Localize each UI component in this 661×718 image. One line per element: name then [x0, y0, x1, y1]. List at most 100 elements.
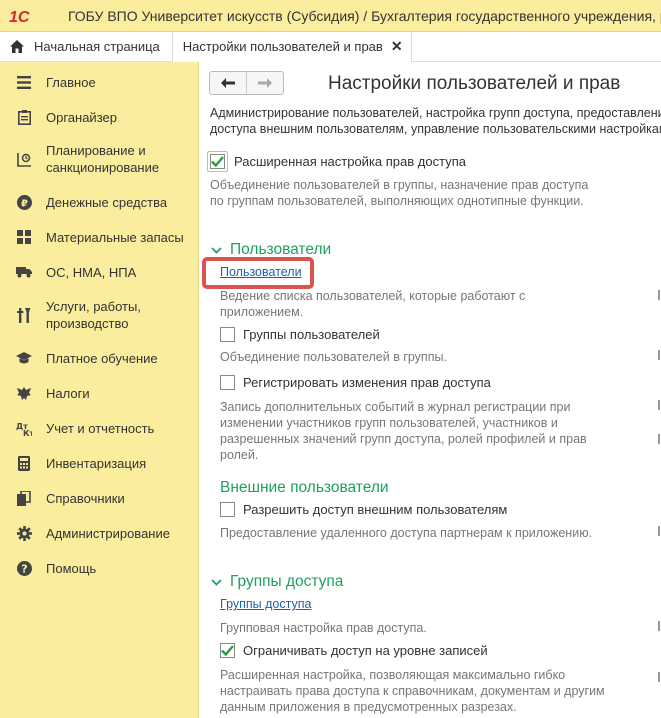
emblem-icon [16, 385, 32, 401]
back-button[interactable] [210, 72, 246, 94]
tab-home[interactable]: Начальная страница [0, 32, 173, 61]
sidebar-item-fixed-assets[interactable]: ОС, НМА, НПА [0, 263, 199, 281]
tabs-bar: Начальная страница Настройки пользовател… [0, 32, 661, 62]
books-icon [16, 490, 32, 506]
record-level-hint: Расширенная настройка, позволяющая макси… [220, 668, 605, 714]
clipboard-icon [16, 109, 32, 125]
record-level-checkbox-row[interactable]: Ограничивать доступ на уровне записей [220, 643, 488, 658]
chevron-down-icon [211, 246, 222, 254]
sidebar-item-planning[interactable]: Планирование и санкционирование [0, 142, 199, 178]
1c-logo-icon[interactable]: 1С [8, 6, 38, 26]
log-rights-label: Регистрировать изменения прав доступа [243, 375, 491, 390]
sidebar-item-label: Помощь [46, 561, 97, 576]
advanced-rights-hint: Объединение пользователей в группы, назн… [210, 178, 589, 208]
access-groups-link[interactable]: Группы доступа [220, 597, 311, 611]
sidebar-item-paid-education[interactable]: Платное обучение [0, 349, 199, 367]
sidebar-item-label: Органайзер [46, 110, 117, 125]
access-groups-section-title: Группы доступа [230, 573, 344, 590]
checkbox-focus-frame [207, 151, 228, 172]
sidebar-item-label: Материальные запасы [46, 230, 184, 245]
sidebar-item-services[interactable]: Услуги, работы, производство [0, 298, 199, 334]
clipped-edge-mark [658, 672, 660, 682]
tab-home-label: Начальная страница [34, 39, 160, 54]
page-title: Настройки пользователей и прав [328, 73, 621, 94]
sidebar-item-label: Администрирование [46, 526, 170, 541]
sidebar-item-taxes[interactable]: Налоги [0, 384, 199, 402]
chevron-down-icon [211, 578, 222, 586]
log-rights-checkbox[interactable] [220, 375, 235, 390]
log-rights-checkbox-row[interactable]: Регистрировать изменения прав доступа [220, 375, 491, 390]
external-access-hint: Предоставление удаленного доступа партне… [220, 526, 593, 540]
users-link[interactable]: Пользователи [220, 265, 302, 279]
sidebar-item-label: ОС, НМА, НПА [46, 265, 137, 280]
sidebar-item-inventory[interactable]: Материальные запасы [0, 228, 199, 246]
external-users-section-header: Внешние пользователи [220, 479, 389, 497]
checkmark-icon [221, 645, 234, 656]
record-level-checkbox[interactable] [220, 643, 235, 658]
svg-text:Кт: Кт [23, 429, 32, 436]
main-content: Настройки пользователей и прав Администр… [199, 62, 661, 718]
record-level-label: Ограничивать доступ на уровне записей [243, 643, 488, 658]
clipped-edge-mark [658, 290, 660, 300]
sidebar-item-administration[interactable]: Администрирование [0, 524, 199, 542]
navigation-buttons [209, 71, 284, 95]
sidebar-item-accounting[interactable]: Дт Кт Учет и отчетность [0, 419, 199, 437]
list-icon [16, 74, 32, 90]
users-link-hint: Ведение списка пользователей, которые ра… [220, 289, 526, 319]
external-access-label: Разрешить доступ внешним пользователям [243, 502, 508, 517]
tools-icon [16, 307, 32, 323]
clipped-edge-mark [658, 434, 660, 444]
external-access-checkbox[interactable] [220, 502, 235, 517]
clipped-edge-mark [658, 350, 660, 360]
sidebar-item-label: Денежные средства [46, 195, 168, 210]
svg-text:?: ? [21, 562, 27, 575]
sidebar-item-organizer[interactable]: Органайзер [0, 108, 199, 126]
sidebar-item-main[interactable]: Главное [0, 73, 199, 91]
advanced-rights-checkbox-row[interactable]: Расширенная настройка прав доступа [207, 151, 466, 172]
app-title: ГОБУ ВПО Университет искусств (Субсидия)… [68, 7, 661, 24]
tab-user-settings[interactable]: Настройки пользователей и прав ✕ [172, 32, 412, 62]
svg-text:1С: 1С [9, 9, 30, 25]
clipped-edge-mark [658, 400, 660, 410]
sidebar-item-help[interactable]: ? Помощь [0, 559, 199, 577]
truck-icon [16, 264, 32, 280]
sidebar: Главное Органайзер Планирование и санкци… [0, 62, 199, 718]
calculator-icon [16, 455, 32, 471]
svg-text:₽: ₽ [21, 198, 28, 209]
user-groups-label: Группы пользователей [243, 327, 380, 342]
external-users-section-title: Внешние пользователи [220, 479, 389, 496]
grid-icon [16, 229, 32, 245]
sidebar-item-cash[interactable]: ₽ Денежные средства [0, 193, 199, 211]
sidebar-item-label: Главное [46, 75, 96, 90]
tab-user-settings-label: Настройки пользователей и прав [182, 39, 383, 54]
sidebar-item-label: Справочники [46, 491, 125, 506]
sidebar-item-label: Планирование и санкционирование [46, 143, 160, 175]
sidebar-item-label: Платное обучение [46, 351, 158, 366]
clipped-edge-mark [658, 621, 660, 631]
arrow-right-icon [258, 78, 272, 88]
checkmark-icon [211, 156, 224, 167]
user-groups-checkbox[interactable] [220, 327, 235, 342]
close-icon[interactable]: ✕ [391, 38, 403, 55]
planning-icon [16, 151, 32, 167]
sidebar-item-label: Услуги, работы, производство [46, 299, 141, 331]
external-access-checkbox-row[interactable]: Разрешить доступ внешним пользователям [220, 502, 507, 517]
advanced-rights-checkbox[interactable] [210, 154, 225, 169]
user-groups-checkbox-row[interactable]: Группы пользователей [220, 327, 380, 342]
arrow-left-icon [221, 78, 235, 88]
log-rights-hint: Запись дополнительных событий в журнал р… [220, 400, 587, 462]
access-groups-section-header[interactable]: Группы доступа [211, 573, 343, 591]
sidebar-item-label: Учет и отчетность [46, 421, 155, 436]
sidebar-item-stocktaking[interactable]: Инвентаризация [0, 454, 199, 472]
home-icon [10, 40, 24, 53]
help-icon: ? [16, 560, 32, 576]
access-groups-hint: Групповая настройка прав доступа. [220, 621, 427, 635]
dt-kt-icon: Дт Кт [16, 420, 32, 436]
sidebar-item-label: Инвентаризация [46, 456, 147, 471]
forward-button[interactable] [246, 72, 283, 94]
graduation-cap-icon [16, 350, 32, 366]
sidebar-item-references[interactable]: Справочники [0, 489, 199, 507]
user-groups-hint: Объединение пользователей в группы. [220, 350, 447, 364]
title-bar: 1С ГОБУ ВПО Университет искусств (Субсид… [0, 0, 661, 32]
advanced-rights-label: Расширенная настройка прав доступа [234, 154, 466, 169]
